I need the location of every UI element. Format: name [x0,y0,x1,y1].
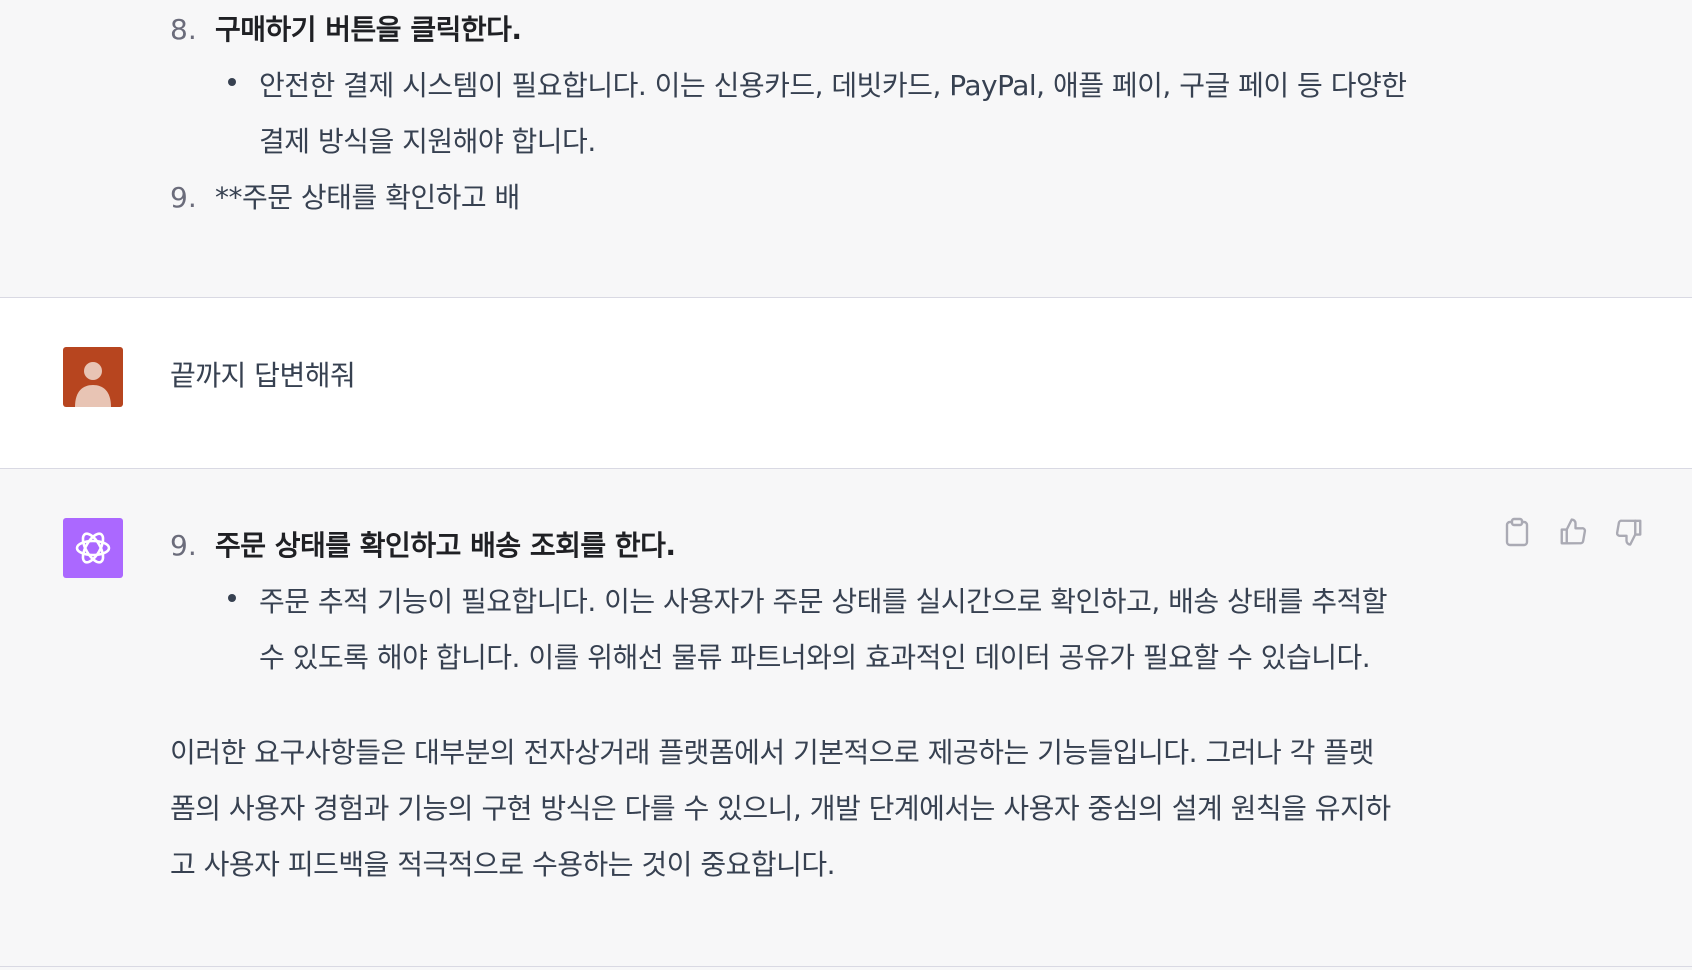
list-item-title: 주문 상태를 확인하고 배송 조회를 한다. [215,529,676,562]
person-icon [75,362,111,407]
bullet-text-line: 안전한 결제 시스템이 필요합니다. 이는 신용카드, 데빗카드, PayPal… [259,69,1407,102]
openai-knot-icon [75,532,111,564]
list-number: 9. [170,529,197,562]
assistant-message: 9. 주문 상태를 확인하고 배송 조회를 한다. 주문 추적 기능이 필요합니… [0,469,1692,967]
chat-page: 8. 구매하기 버튼을 클릭한다. 안전한 결제 시스템이 필요합니다. 이는 … [0,0,1692,970]
thumbs-up-icon[interactable] [1555,514,1591,550]
bullet-dot [228,594,236,602]
bullet-text-line: 수 있도록 해야 합니다. 이를 위해선 물류 파트너와의 효과적인 데이터 공… [259,641,1371,674]
list-number: 9. [170,181,197,214]
user-avatar-icon [63,347,123,407]
list-item-title: 구매하기 버튼을 클릭한다. [215,13,522,46]
openai-logo-icon [63,518,123,578]
bullet-text-line: 결제 방식을 지원해야 합니다. [259,125,596,158]
paragraph-line: 고 사용자 피드백을 적극적으로 수용하는 것이 중요합니다. [170,848,836,881]
user-message-text: 끝까지 답변해줘 [170,359,356,392]
clipboard-icon[interactable] [1499,514,1535,550]
user-message: 끝까지 답변해줘 [0,298,1692,469]
list-item-text: **주문 상태를 확인하고 배 [215,181,520,214]
assistant-message-previous: 8. 구매하기 버튼을 클릭한다. 안전한 결제 시스템이 필요합니다. 이는 … [0,0,1692,298]
list-number: 8. [170,13,197,46]
thumbs-down-icon[interactable] [1611,514,1647,550]
paragraph-line: 폼의 사용자 경험과 기능의 구현 방식은 다를 수 있으니, 개발 단계에서는… [170,792,1391,825]
paragraph-line: 이러한 요구사항들은 대부분의 전자상거래 플랫폼에서 기본적으로 제공하는 기… [170,736,1374,769]
bullet-dot [228,78,236,86]
bullet-text-line: 주문 추적 기능이 필요합니다. 이는 사용자가 주문 상태를 실시간으로 확인… [259,585,1388,618]
